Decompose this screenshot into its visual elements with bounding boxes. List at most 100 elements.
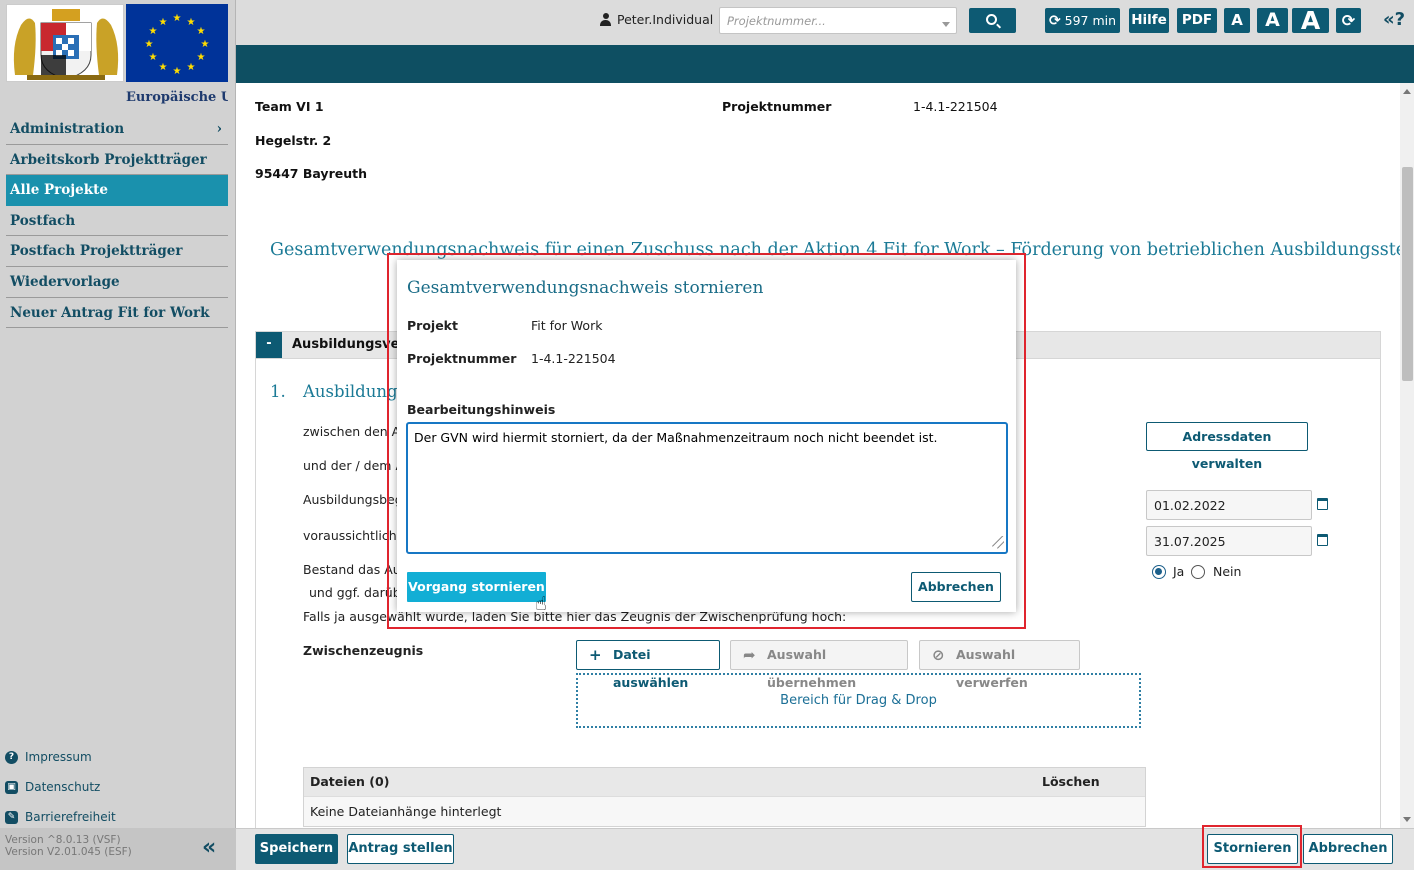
radio-nein[interactable] xyxy=(1191,565,1205,579)
user-id-icon: ▣ xyxy=(5,780,18,794)
files-table-header: Dateien (0) Löschen xyxy=(304,768,1145,796)
svg-text:★: ★ xyxy=(187,62,196,73)
sidebar-item-label: Administration xyxy=(10,121,125,137)
address-data-button[interactable]: Adressdaten verwalten xyxy=(1146,422,1308,471)
project-number-value: 1-4.1-221504 xyxy=(913,99,998,114)
share-arrow-icon: ➦ xyxy=(743,646,756,664)
select-file-button[interactable]: + Datei auswählen xyxy=(576,640,720,690)
note-textarea[interactable]: Der GVN wird hiermit storniert, da der M… xyxy=(406,422,1008,554)
session-timer-label: 597 min xyxy=(1064,13,1117,28)
subsection-number: 1. xyxy=(270,382,286,401)
cancel-button[interactable]: Abbrechen xyxy=(1303,834,1393,864)
project-number-select[interactable]: Projektnummer... xyxy=(719,7,957,34)
sidebar-item-label: Postfach Projektträger xyxy=(10,243,183,260)
svg-text:★: ★ xyxy=(187,17,196,28)
calendar-icon[interactable] xyxy=(1317,498,1328,510)
ban-icon: ⊘ xyxy=(932,646,945,664)
files-column-header: Dateien (0) xyxy=(310,774,390,789)
search-icon xyxy=(986,14,997,25)
city: 95447 Bayreuth xyxy=(255,166,367,181)
save-button[interactable]: Speichern xyxy=(255,834,338,864)
top-bar: Peter.Individual Projektnummer... ⟳ 597 … xyxy=(236,0,1414,45)
svg-text:★: ★ xyxy=(197,26,206,37)
search-button[interactable] xyxy=(969,8,1016,33)
eu-flag-logo: ★ ★ ★ ★ ★ ★ ★ ★ ★ ★ ★ ★ xyxy=(126,4,228,82)
svg-text:★: ★ xyxy=(149,52,158,63)
logo-area: ★★★ ★★★ ★★★ ★★★ Europäische Uni xyxy=(6,4,228,110)
plus-icon: + xyxy=(589,646,602,664)
stornieren-highlight xyxy=(1202,825,1302,868)
scroll-down-icon[interactable] xyxy=(1403,817,1411,826)
section-collapse-button[interactable]: - xyxy=(256,332,282,358)
street: Hegelstr. 2 xyxy=(255,133,332,148)
dialog-title: Gesamtverwendungsnachweis stornieren xyxy=(407,278,764,298)
chevron-down-icon xyxy=(942,22,950,31)
question-circle-icon: ? xyxy=(5,750,18,764)
sidebar-item-wiedervorlage[interactable]: Wiedervorlage xyxy=(6,267,228,298)
start-date-field[interactable]: 01.02.2022 xyxy=(1146,490,1312,520)
refresh-button[interactable]: ⟳ xyxy=(1336,8,1361,33)
accept-selection-button[interactable]: ➦ Auswahl übernehmen xyxy=(730,640,908,690)
note-label: Bearbeitungshinweis xyxy=(407,402,556,417)
project-number-placeholder: Projektnummer... xyxy=(727,14,826,28)
help-toggle-icon[interactable]: «? xyxy=(1383,9,1405,30)
session-timer-button[interactable]: ⟳ 597 min xyxy=(1045,8,1120,33)
sidebar-item-postfach[interactable]: Postfach xyxy=(6,206,228,237)
team-name: Team VI 1 xyxy=(255,99,324,114)
header-banner xyxy=(236,45,1414,83)
help-button[interactable]: Hilfe xyxy=(1129,8,1169,33)
datenschutz-label: Datenschutz xyxy=(25,780,101,794)
scroll-thumb[interactable] xyxy=(1402,167,1413,381)
footer-links: ? Impressum ▣ Datenschutz ✎ Barrierefrei… xyxy=(5,742,230,832)
radio-ja[interactable] xyxy=(1152,565,1166,579)
radio-nein-label: Nein xyxy=(1213,564,1242,579)
drag-drop-zone[interactable]: Bereich für Drag & Drop xyxy=(576,673,1141,728)
sidebar-item-label: Neuer Antrag Fit for Work xyxy=(10,304,210,321)
cancel-dialog: Gesamtverwendungsnachweis stornieren Pro… xyxy=(397,260,1016,612)
sidebar-item-label: Wiedervorlage xyxy=(10,273,120,290)
svg-text:★: ★ xyxy=(159,17,168,28)
files-table: Dateien (0) Löschen Keine Dateianhänge h… xyxy=(303,767,1146,827)
font-size-small-button[interactable]: A xyxy=(1224,8,1250,33)
zwischenzeugnis-label: Zwischenzeugnis xyxy=(303,643,424,658)
impressum-link[interactable]: ? Impressum xyxy=(5,742,230,772)
refresh-icon: ⟳ xyxy=(1341,11,1356,30)
sidebar-item-neuer-antrag[interactable]: Neuer Antrag Fit for Work xyxy=(6,298,228,329)
font-size-large-button[interactable]: A xyxy=(1292,8,1329,34)
sidebar-item-alle-projekte[interactable]: Alle Projekte xyxy=(6,175,228,206)
submit-application-button[interactable]: Antrag stellen xyxy=(347,834,454,864)
abort-dialog-button[interactable]: Abbrechen xyxy=(911,572,1001,602)
table-row: Keine Dateianhänge hinterlegt xyxy=(304,796,1145,826)
resize-handle-icon[interactable] xyxy=(990,536,1004,550)
main-scrollbar[interactable] xyxy=(1400,83,1414,828)
collapse-sidebar-icon[interactable]: « xyxy=(202,837,216,859)
dialog-project-value: Fit for Work xyxy=(531,318,603,333)
svg-text:★: ★ xyxy=(201,39,210,50)
radio-ja-label: Ja xyxy=(1173,564,1185,579)
scroll-up-icon[interactable] xyxy=(1403,85,1411,94)
sidebar-item-label: Alle Projekte xyxy=(10,182,108,199)
pdf-button[interactable]: PDF xyxy=(1177,8,1217,33)
version-esf: Version V2.01.045 (ESF) xyxy=(5,846,132,858)
sidebar-item-label: Postfach xyxy=(10,212,76,229)
svg-text:★: ★ xyxy=(149,26,158,37)
hand-pointer-icon: ☝ xyxy=(535,593,547,615)
calendar-icon[interactable] xyxy=(1317,534,1328,546)
confirm-cancel-button[interactable]: Vorgang stornieren xyxy=(407,572,546,602)
eu-label: Europäische Uni xyxy=(126,90,228,105)
dialog-number-value: 1-4.1-221504 xyxy=(531,351,616,366)
sidebar-item-postfach-projekttraeger[interactable]: Postfach Projektträger xyxy=(6,236,228,267)
end-date-field[interactable]: 31.07.2025 xyxy=(1146,526,1312,556)
datenschutz-link[interactable]: ▣ Datenschutz xyxy=(5,772,230,802)
sidebar-item-arbeitskorb[interactable]: Arbeitskorb Projektträger xyxy=(6,145,228,176)
bavaria-coat-of-arms-logo xyxy=(6,4,124,82)
discard-selection-button[interactable]: ⊘ Auswahl verwerfen xyxy=(919,640,1080,690)
sidebar-item-administration[interactable]: Administration › xyxy=(6,114,228,145)
font-size-medium-button[interactable]: A xyxy=(1257,8,1288,33)
dialog-project-label: Projekt xyxy=(407,318,458,333)
refresh-session-icon: ⟳ xyxy=(1048,13,1061,29)
svg-text:★: ★ xyxy=(173,66,182,77)
impressum-label: Impressum xyxy=(25,750,92,764)
edit-icon: ✎ xyxy=(5,810,18,824)
version-vsf: Version ^8.0.13 (VSF) xyxy=(5,834,121,846)
